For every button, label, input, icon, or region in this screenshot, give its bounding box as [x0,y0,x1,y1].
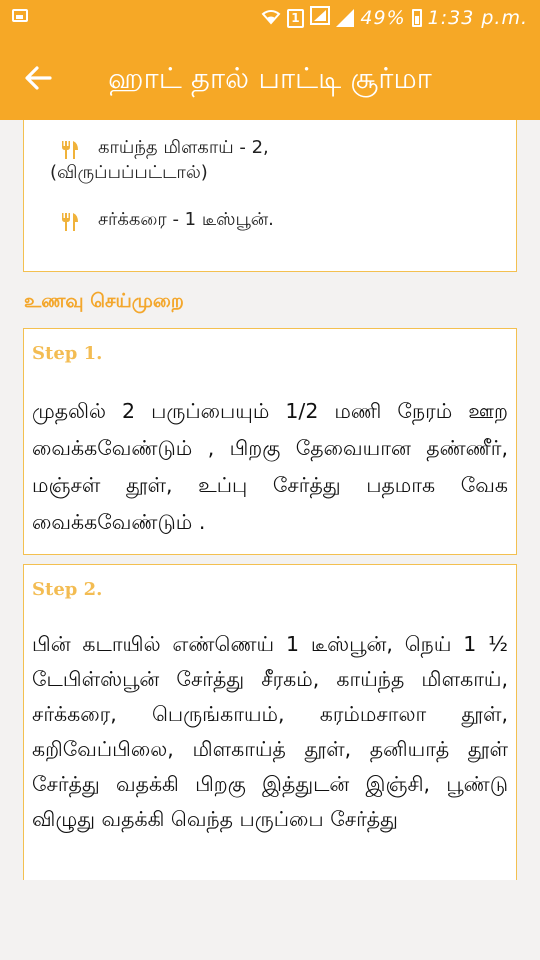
fork-knife-icon [62,141,78,159]
back-button[interactable] [16,56,60,100]
clock: 1:33 p.m. [427,7,528,29]
ingredients-card: காய்ந்த மிளகாய் - 2, (விருப்பப்பட்டால்) … [23,120,517,272]
fork-knife-icon [62,213,78,231]
ingredient-text: காய்ந்த மிளகாய் - 2, [98,137,269,158]
arrow-left-icon [25,66,52,90]
signal-outline-icon [310,6,331,30]
step-label: Step 2. [32,579,103,600]
status-bar: 1 49% 1:33 p.m. [0,0,540,36]
recipe-content[interactable]: காய்ந்த மிளகாய் - 2, (விருப்பப்பட்டால்) … [0,120,540,880]
wifi-icon [261,7,281,30]
step-text: முதலில் 2 பருப்பையும் 1/2 மணி நேரம் ஊற வ… [32,399,508,534]
ingredient-text: சர்க்கரை - 1 டீஸ்பூன். [98,209,274,230]
ingredient-note: (விருப்பப்பட்டால்) [50,162,208,183]
status-indicators: 1 49% 1:33 p.m. [261,5,528,31]
app-bar: ஹாட் தால் பாட்டி சூர்மா [0,36,540,120]
gallery-notification-icon [12,9,28,22]
battery-percent: 49% [360,7,406,29]
ingredient-item: காய்ந்த மிளகாய் - 2, (விருப்பப்பட்டால்) [50,135,269,185]
step-text: பின் கடாயில் எண்ணெய் 1 டீஸ்பூன், நெய் 1 … [32,632,508,831]
page-title: ஹாட் தால் பாட்டி சூர்மா [108,61,432,95]
signal-icon [336,9,355,27]
method-heading: உணவு செய்முறை [24,290,184,312]
battery-icon [411,9,422,27]
sim-badge-icon: 1 [287,8,305,28]
step-card-2: Step 2. பின் கடாயில் எண்ணெய் 1 டீஸ்பூன்,… [23,564,517,880]
step-card-1: Step 1. முதலில் 2 பருப்பையும் 1/2 மணி நே… [23,328,517,555]
step-label: Step 1. [32,343,103,364]
ingredient-item: சர்க்கரை - 1 டீஸ்பூன். [60,207,274,232]
